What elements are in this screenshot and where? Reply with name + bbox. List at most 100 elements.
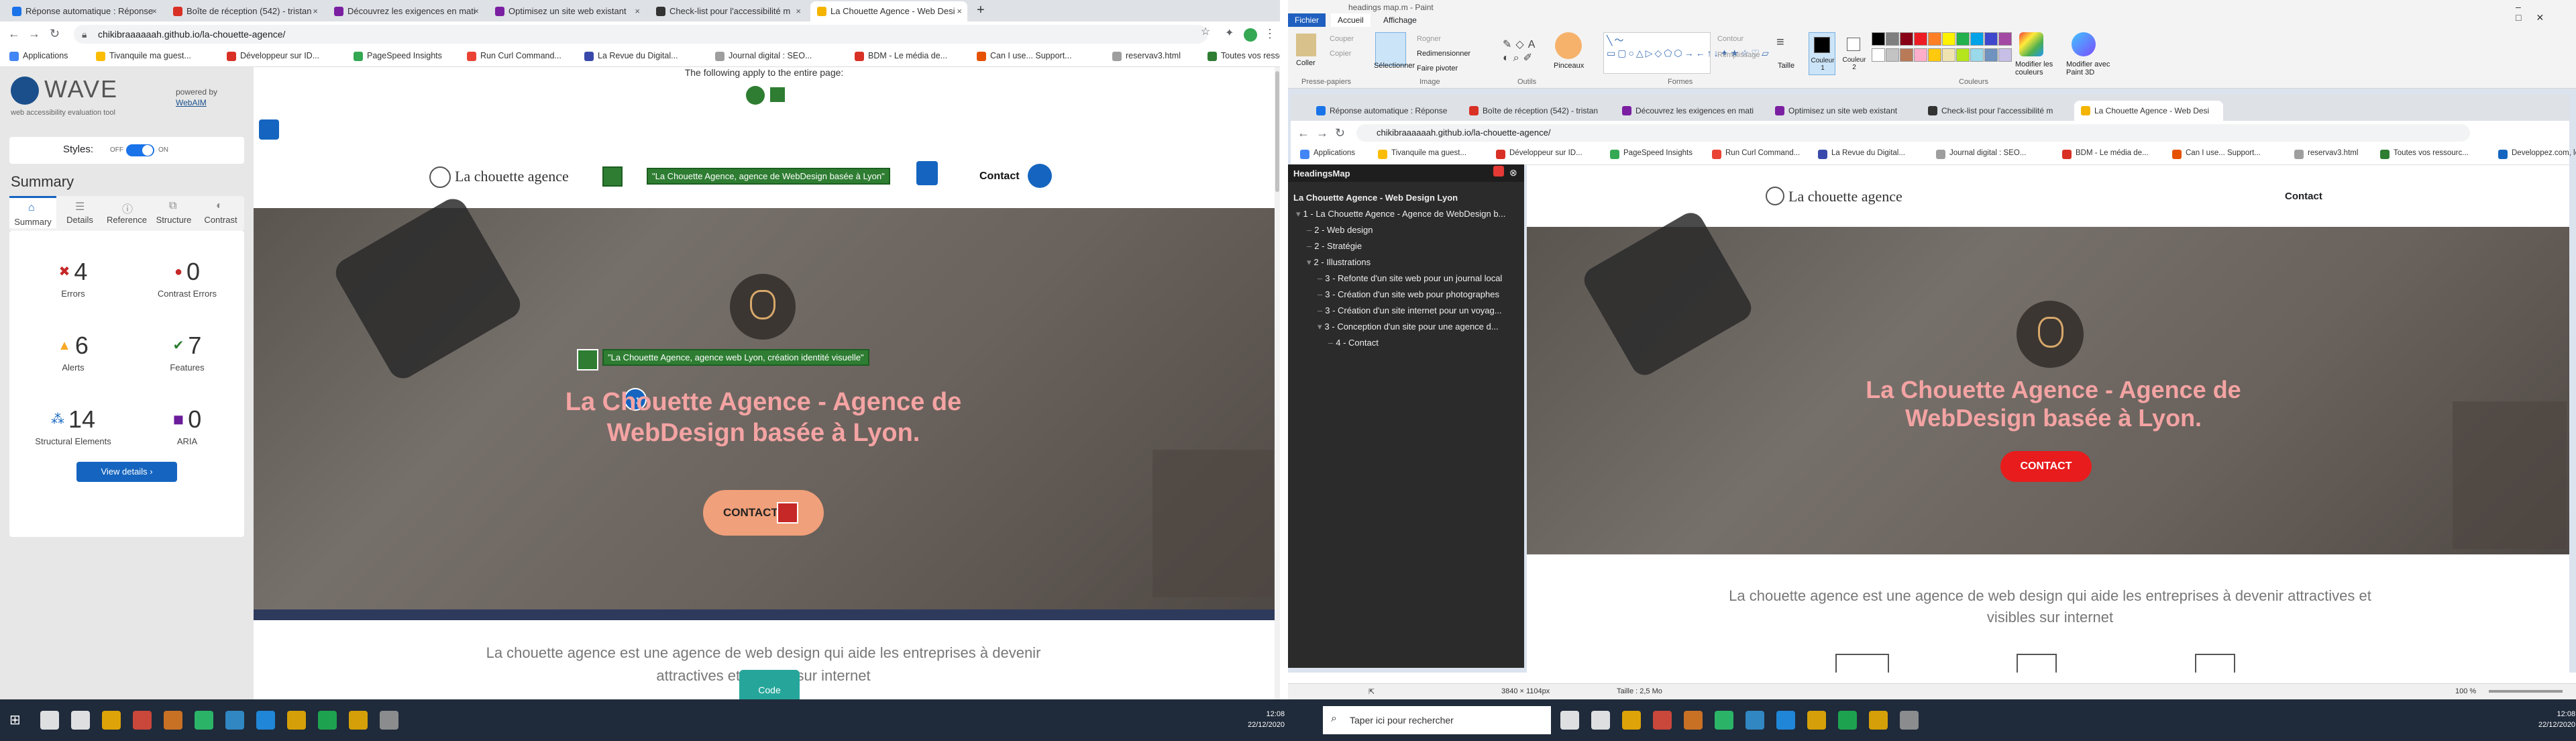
- bookmark-item[interactable]: reservav3.html: [1112, 51, 1181, 61]
- edit-colors-icon[interactable]: [2019, 32, 2043, 56]
- taskbar-app-icon[interactable]: [195, 711, 213, 730]
- wave-tab-details[interactable]: ☰ Details: [56, 196, 103, 228]
- shapes-gallery[interactable]: ╲〜▭▢○△▷◇⬠⬡→←↑↓✦★☆♡▱: [1603, 32, 1769, 74]
- styles-toggle[interactable]: [126, 144, 154, 156]
- palette-swatch[interactable]: [1942, 48, 1955, 62]
- browser-tab[interactable]: Boîte de réception (542) - tristan ×: [166, 1, 323, 21]
- palette-swatch[interactable]: [1928, 48, 1941, 62]
- bookmark-item[interactable]: Développeur sur ID...: [227, 51, 319, 61]
- bookmark-item[interactable]: Journal digital : SEO...: [715, 51, 812, 61]
- taskbar-app-icon[interactable]: [133, 711, 152, 730]
- bookmark-item[interactable]: Tivanquile ma guest...: [96, 51, 191, 61]
- new-tab-button[interactable]: +: [977, 3, 985, 18]
- heading-item-h3[interactable]: –3 - Refonte d'un site web pour un journ…: [1318, 273, 1502, 283]
- palette-swatch[interactable]: [1984, 32, 1998, 46]
- taskbar-app-icon[interactable]: [256, 711, 275, 730]
- taskbar-app-icon[interactable]: [1838, 711, 1857, 730]
- taskbar-app-icon[interactable]: [1560, 711, 1579, 730]
- taskbar-app-icon[interactable]: [1684, 711, 1703, 730]
- select-icon[interactable]: [1375, 32, 1406, 66]
- palette-swatch[interactable]: [1970, 48, 1984, 62]
- heading-item-h1[interactable]: ▾ 1 - La Chouette Agence - Agence de WebD…: [1296, 209, 1505, 219]
- windows-start-icon[interactable]: ⊞: [9, 711, 21, 728]
- avatar[interactable]: [1244, 28, 1257, 42]
- taskbar-app-icon[interactable]: [1869, 711, 1888, 730]
- heading-item-h2[interactable]: ▾ 2 - Illustrations: [1307, 257, 1371, 268]
- cut-button[interactable]: Couper: [1330, 35, 1354, 43]
- taskbar-app-icon[interactable]: [1807, 711, 1826, 730]
- stat-features[interactable]: ✔ 7 Features: [137, 332, 237, 373]
- tools-icons[interactable]: ✎◇A ◐⌕✐: [1503, 38, 1550, 64]
- window-controls[interactable]: –□✕: [2516, 1, 2576, 23]
- back-icon[interactable]: ←: [8, 26, 20, 41]
- stat-structural-elements[interactable]: ⁂ 14 Structural Elements: [23, 405, 123, 446]
- paint3d-icon[interactable]: [2072, 32, 2096, 56]
- browser-tab[interactable]: Réponse automatique : Réponse ×: [5, 1, 162, 21]
- palette-swatch[interactable]: [1900, 48, 1913, 62]
- browser-tab[interactable]: La Chouette Agence - Web Desi ×: [810, 1, 967, 21]
- code-toggle-button[interactable]: Code: [739, 670, 800, 699]
- taskbar-app-icon[interactable]: [1591, 711, 1610, 730]
- palette-swatch[interactable]: [1872, 48, 1885, 62]
- browser-tab[interactable]: Découvrez les exigences en mati ×: [327, 1, 484, 21]
- browser-tab[interactable]: Optimisez un site web existant ×: [488, 1, 645, 21]
- taskbar-app-icon[interactable]: [71, 711, 90, 730]
- taskbar-app-icon[interactable]: [40, 711, 59, 730]
- heading-item-h3[interactable]: –3 - Création d'un site web pour photogr…: [1318, 289, 1499, 299]
- nav-contact-link[interactable]: Contact: [979, 170, 1020, 183]
- browser-tab[interactable]: Check-list pour l'accessibilité m ×: [649, 1, 806, 21]
- extensions-icon[interactable]: ✦: [1225, 26, 1234, 41]
- tab-close-icon[interactable]: ×: [635, 1, 640, 21]
- menu-fichier[interactable]: Fichier: [1288, 13, 1326, 27]
- heading-item-h4[interactable]: –4 - Contact: [1328, 338, 1379, 348]
- taskbar-search-box[interactable]: ⌕ Taper ici pour rechercher: [1323, 706, 1551, 734]
- brushes-icon[interactable]: [1555, 32, 1582, 59]
- palette-swatch[interactable]: [1914, 32, 1927, 46]
- paint3d-button[interactable]: Modifier avec Paint 3D: [2066, 60, 2120, 77]
- url-input[interactable]: 🔒︎ chikibraaaaaah.github.io/la-chouette-…: [74, 25, 1208, 44]
- size-icon[interactable]: ≡: [1776, 35, 1796, 55]
- wave-tab-structure[interactable]: ⧉ Structure: [150, 196, 197, 228]
- palette-swatch[interactable]: [1998, 32, 2012, 46]
- stat-alerts[interactable]: ▲ 6 Alerts: [23, 332, 123, 373]
- language-icon[interactable]: [746, 86, 765, 105]
- menu-icon[interactable]: ⋮: [1264, 26, 1276, 41]
- size-button[interactable]: Taille: [1778, 62, 1794, 70]
- bookmark-item[interactable]: BDM - Le média de...: [855, 51, 947, 61]
- bookmark-item[interactable]: Can I use... Support...: [977, 51, 1072, 61]
- bookmark-item[interactable]: La Revue du Digital...: [584, 51, 678, 61]
- paste-button[interactable]: Coller: [1296, 59, 1316, 67]
- colour1-button[interactable]: Couleur 1: [1809, 32, 1835, 75]
- select-button[interactable]: Sélectionner: [1374, 62, 1415, 70]
- wave-tab-contrast[interactable]: ◐ Contrast: [197, 196, 244, 228]
- wave-feature-icon[interactable]: [770, 87, 785, 102]
- wave-tab-summary[interactable]: ⌂ Summary: [9, 196, 56, 228]
- taskbar-app-icon[interactable]: [1900, 711, 1919, 730]
- view-details-button[interactable]: View details ›: [76, 462, 177, 482]
- palette-swatch[interactable]: [1886, 48, 1899, 62]
- stat-errors[interactable]: ✖ 4 Errors: [23, 258, 123, 299]
- palette-swatch[interactable]: [1984, 48, 1998, 62]
- colour2-button[interactable]: Couleur 2: [1841, 32, 1868, 75]
- forward-icon[interactable]: →: [28, 26, 40, 41]
- structure-icon[interactable]: [259, 119, 279, 140]
- webaim-link[interactable]: WebAIM: [176, 98, 207, 107]
- error-icon[interactable]: [777, 502, 798, 524]
- taskbar-app-icon[interactable]: [225, 711, 244, 730]
- outline-button[interactable]: Contour: [1717, 35, 1743, 43]
- palette-swatch[interactable]: [1886, 32, 1899, 46]
- taskbar-app-icon[interactable]: [380, 711, 398, 730]
- taskbar-app-icon[interactable]: [1715, 711, 1733, 730]
- zoom-slider[interactable]: [2489, 690, 2563, 693]
- star-icon[interactable]: ☆: [1201, 25, 1210, 40]
- palette-swatch[interactable]: [1942, 32, 1955, 46]
- rotate-button[interactable]: Faire pivoter: [1417, 64, 1458, 72]
- menu-affichage[interactable]: Affichage: [1377, 13, 1424, 27]
- taskbar-app-icon[interactable]: [318, 711, 337, 730]
- bookmark-item[interactable]: PageSpeed Insights: [354, 51, 442, 61]
- palette-swatch[interactable]: [1956, 32, 1970, 46]
- stat-aria[interactable]: ◼ 0 ARIA: [137, 405, 237, 446]
- menu-accueil[interactable]: Accueil: [1331, 13, 1371, 27]
- palette-swatch[interactable]: [1956, 48, 1970, 62]
- taskbar-app-icon[interactable]: [1776, 711, 1795, 730]
